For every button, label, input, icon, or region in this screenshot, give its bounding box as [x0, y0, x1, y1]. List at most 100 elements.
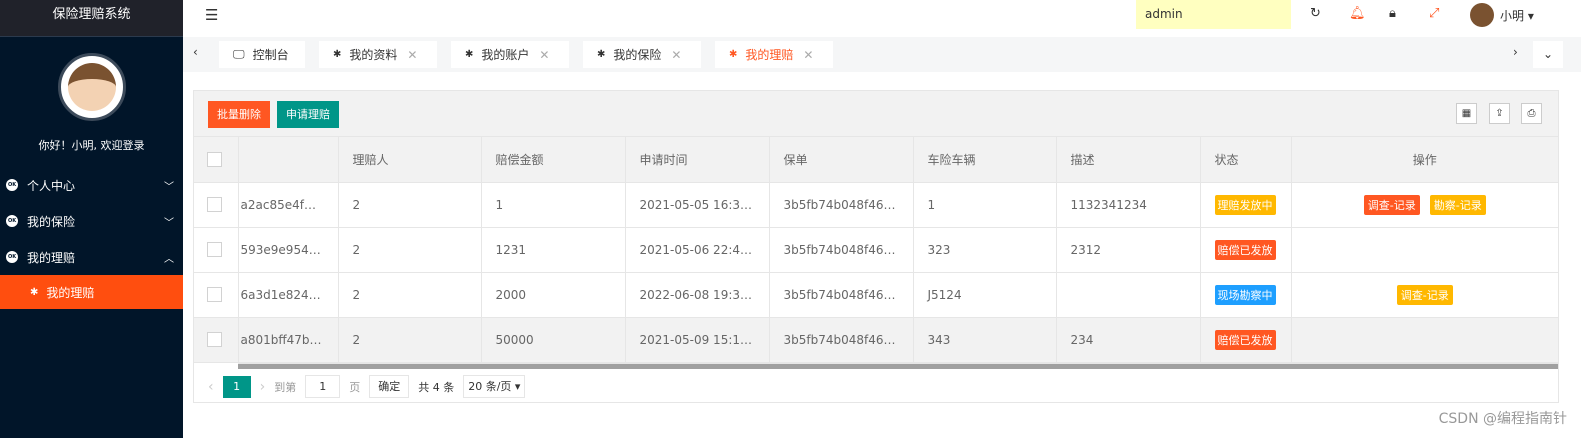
sidebar-item-my-insurance[interactable]: OK我的保险﹀ [0, 203, 183, 239]
row-checkbox[interactable] [207, 287, 222, 302]
sidebar-subitem-label: 我的理赔 [46, 284, 94, 301]
status-badge: 赔偿已发放 [1215, 240, 1276, 260]
record-button[interactable]: 勘察-记录 [1430, 195, 1486, 215]
column-header[interactable]: 描述 [1056, 137, 1200, 182]
cell-policy: 3b5fb74b048f462… [769, 317, 913, 362]
tab-label: 我的理赔 [745, 46, 793, 63]
status-badge: 赔偿已发放 [1215, 330, 1276, 350]
close-icon[interactable]: ✕ [407, 48, 417, 62]
cell-amount: 1231 [481, 227, 625, 272]
tab-my-claims[interactable]: ✱ 我的理赔 ✕ [715, 41, 833, 68]
bell-icon[interactable]: 🔔︎ [1349, 6, 1366, 21]
sidebar: 保险理赔系统 你好！小明, 欢迎登录 OK个人中心﹀ OK我的保险﹀ OK我的理… [0, 0, 183, 438]
chevron-right-icon[interactable]: › [1513, 45, 1518, 59]
page-1-button[interactable]: 1 [223, 376, 251, 398]
user-menu[interactable]: 小明 ▾ [1500, 7, 1534, 24]
sidebar-item-label: 个人中心 [27, 177, 75, 194]
table-row: 593e9e954c2…212312021-05-06 22:47:243b5f… [194, 227, 1559, 272]
cell-policy: 3b5fb74b048f462… [769, 182, 913, 227]
palm-icon: ✱ [729, 49, 737, 60]
cell-car: 1 [913, 182, 1056, 227]
close-icon[interactable]: ✕ [803, 48, 813, 62]
sidebar-item-my-claims[interactable]: OK我的理赔︿ [0, 239, 183, 275]
cell-id: 593e9e954c2… [238, 227, 338, 272]
tab-bar: ‹ 🖵︎ 控制台 ✱我的资料✕ ✱ 我的账户 ✕ ✱ 我的保险 ✕ ✱ 我的理赔 ✕ › ⌄ [183, 37, 1581, 72]
column-header [238, 137, 338, 182]
next-page-icon[interactable]: › [260, 379, 266, 395]
monitor-icon: 🖵︎ [233, 47, 245, 62]
prev-page-icon[interactable]: ‹ [208, 379, 214, 395]
cell-policy: 3b5fb74b048f462… [769, 272, 913, 317]
welcome-text: 你好！小明, 欢迎登录 [0, 137, 183, 153]
tab-menu-dropdown[interactable]: ⌄ [1533, 41, 1563, 68]
sidebar-item-personal-center[interactable]: OK个人中心﹀ [0, 167, 183, 203]
page-label: 页 [349, 379, 360, 395]
chevron-left-icon[interactable]: ‹ [193, 45, 198, 59]
search-input[interactable]: admin [1136, 0, 1291, 29]
table-row: a2ac85e4f47…212021-05-05 16:31:293b5fb74… [194, 182, 1559, 227]
column-header[interactable]: 状态 [1200, 137, 1291, 182]
tab-label: 控制台 [253, 46, 289, 63]
tab-my-profile[interactable]: ✱我的资料✕ [319, 41, 437, 68]
cell-time: 2022-06-08 19:31:28 [625, 272, 769, 317]
fullscreen-icon[interactable]: ⤢ [1429, 6, 1439, 21]
menu-fold-icon[interactable]: ☰ [205, 6, 218, 24]
column-header[interactable]: 理赔人 [338, 137, 481, 182]
row-checkbox[interactable] [207, 242, 222, 257]
tab-label: 我的账户 [481, 46, 529, 63]
cell-time: 2021-05-09 15:19:42 [625, 317, 769, 362]
close-icon[interactable]: ✕ [671, 48, 681, 62]
row-checkbox[interactable] [207, 197, 222, 212]
cell-amount: 1 [481, 182, 625, 227]
tab-label: 我的保险 [613, 46, 661, 63]
palm-icon: ✱ [333, 49, 341, 60]
lock-icon[interactable]: 🔒︎ [1389, 6, 1396, 21]
total-count: 共 4 条 [418, 379, 454, 395]
confirm-button[interactable]: 确定 [369, 375, 409, 398]
column-header[interactable]: 赔偿金额 [481, 137, 625, 182]
record-button[interactable]: 调查-记录 [1397, 285, 1453, 305]
ok-icon: OK [6, 251, 18, 263]
user-name: 小明 [1500, 9, 1524, 23]
table-row: a801bff47b0…2500002021-05-09 15:19:423b5… [194, 317, 1559, 362]
tab-my-insurance[interactable]: ✱我的保险✕ [583, 41, 701, 68]
palm-icon: ✱ [30, 287, 38, 298]
export-icon[interactable]: ⇪ [1489, 103, 1510, 124]
tab-my-account[interactable]: ✱ 我的账户 ✕ [451, 41, 569, 68]
refresh-icon[interactable]: ↻ [1310, 6, 1321, 21]
page-size-select[interactable]: 20 条/页 ▾ [463, 375, 525, 398]
sidebar-subitem-my-claims[interactable]: ✱ 我的理赔 [0, 275, 183, 309]
top-bar: ☰ admin ↻ 🔔︎ 🔒︎ ⤢ 小明 ▾ [183, 0, 1581, 37]
column-header[interactable]: 申请时间 [625, 137, 769, 182]
cell-amount: 2000 [481, 272, 625, 317]
pagination: ‹ 1 › 到第 1 页 确定 共 4 条 20 条/页 ▾ [194, 369, 1558, 405]
avatar[interactable] [1470, 3, 1494, 27]
print-icon[interactable]: ⎙ [1521, 103, 1542, 124]
columns-icon[interactable]: ▦ [1456, 103, 1477, 124]
batch-delete-button[interactable]: 批量删除 [208, 101, 270, 128]
sidebar-item-label: 我的理赔 [27, 249, 75, 266]
chevron-down-icon: ﹀ [164, 214, 174, 229]
tab-dashboard[interactable]: 🖵︎ 控制台 [219, 41, 305, 68]
close-icon[interactable]: ✕ [539, 48, 549, 62]
column-header: 操作 [1291, 137, 1559, 182]
apply-claim-button[interactable]: 申请理赔 [277, 101, 339, 128]
row-checkbox[interactable] [207, 332, 222, 347]
cell-car: J5124 [913, 272, 1056, 317]
column-header[interactable]: 保单 [769, 137, 913, 182]
cell-id: a2ac85e4f47… [238, 182, 338, 227]
palm-icon: ✱ [465, 49, 473, 60]
sidebar-item-label: 我的保险 [27, 213, 75, 230]
cell-person: 2 [338, 227, 481, 272]
cell-person: 2 [338, 317, 481, 362]
cell-amount: 50000 [481, 317, 625, 362]
column-header[interactable]: 车险车辆 [913, 137, 1056, 182]
table-row: 6a3d1e824b…220002022-06-08 19:31:283b5fb… [194, 272, 1559, 317]
record-button[interactable]: 调查-记录 [1364, 195, 1420, 215]
ok-icon: OK [6, 179, 18, 191]
page-number-input[interactable]: 1 [305, 375, 340, 398]
select-all-checkbox[interactable] [207, 152, 222, 167]
cell-desc: 234 [1056, 317, 1200, 362]
cell-car: 323 [913, 227, 1056, 272]
app-title: 保险理赔系统 [0, 0, 183, 37]
